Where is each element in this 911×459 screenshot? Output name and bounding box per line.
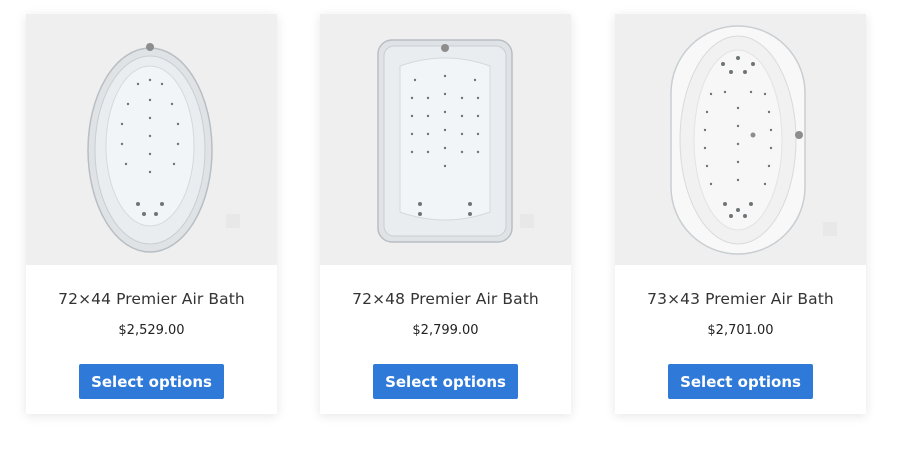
product-price: $2,529.00 [118,323,185,338]
select-options-button[interactable]: Select options [79,364,224,399]
product-title[interactable]: 72×48 Premier Air Bath [320,290,571,308]
select-options-button[interactable]: Select options [373,364,518,399]
rectangular-tub-icon [377,39,534,243]
product-grid: 72×44 Premier Air Bath $2,529.00 Select … [0,0,911,459]
product-card: 72×44 Premier Air Bath $2,529.00 Select … [26,14,277,414]
product-card: 72×48 Premier Air Bath $2,799.00 Select … [320,14,571,414]
oval-tub-icon [87,43,240,253]
product-card: 73×43 Premier Air Bath $2,701.00 Select … [615,14,866,414]
product-title[interactable]: 72×44 Premier Air Bath [26,290,277,308]
select-options-button[interactable]: Select options [668,364,813,399]
product-image-rectangular-tub[interactable] [320,14,571,265]
product-title[interactable]: 73×43 Premier Air Bath [615,290,866,308]
product-price: $2,701.00 [707,323,774,338]
product-image-oval-drop-in-tub[interactable] [615,14,866,265]
product-price: $2,799.00 [412,323,479,338]
product-image-oval-tub[interactable] [26,14,277,265]
oval-drop-in-tub-icon [670,25,837,255]
